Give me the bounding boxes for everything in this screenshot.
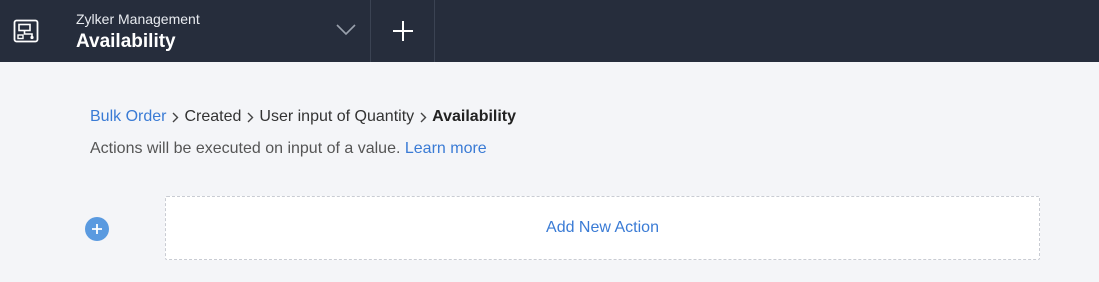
title-dropdown-button[interactable] [330,14,362,46]
top-bar: Zylker Management Availability [0,0,1099,62]
title-block: Zylker Management Availability [76,11,200,54]
add-new-action-button[interactable]: Add New Action [165,196,1040,260]
plus-icon [392,21,413,41]
breadcrumb-item-current: Availability [432,108,517,125]
breadcrumb: Bulk Order Created User input of Quantit… [90,107,516,127]
hint-message: Actions will be executed on input of a v… [90,140,401,157]
chevron-right-icon [414,112,432,123]
chevron-down-icon [336,24,356,36]
plus-circle-icon[interactable] [85,217,109,241]
add-button[interactable] [371,0,434,62]
add-new-action-label: Add New Action [546,219,659,236]
page-title: Availability [76,31,176,52]
breadcrumb-item-user-input[interactable]: User input of Quantity [259,107,414,127]
learn-more-link[interactable]: Learn more [405,140,487,157]
breadcrumb-item-created[interactable]: Created [184,107,241,127]
chevron-right-icon [166,112,184,123]
divider [434,0,435,62]
breadcrumb-item-bulk-order[interactable]: Bulk Order [90,107,166,127]
app-subtitle: Zylker Management [76,11,200,27]
flow-diagram-icon[interactable] [0,0,52,62]
hint-text: Actions will be executed on input of a v… [90,139,487,159]
chevron-right-icon [241,112,259,123]
